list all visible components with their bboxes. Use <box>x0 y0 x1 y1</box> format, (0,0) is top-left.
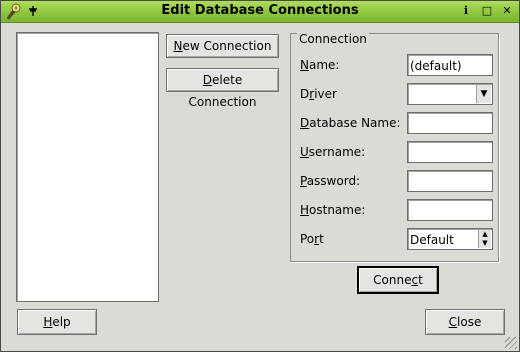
database-label-mnemonic: D <box>300 116 310 130</box>
password-field[interactable] <box>407 170 493 192</box>
driver-select[interactable]: ▼ <box>407 83 493 105</box>
port-label-post: t <box>319 232 324 246</box>
connect-button[interactable]: Connect <box>357 266 439 294</box>
name-label-post: ame: <box>308 58 340 72</box>
new-connection-mnemonic: N <box>173 39 183 53</box>
port-label-pre: Po <box>300 232 315 246</box>
password-label-post: assword: <box>306 174 361 188</box>
username-label-mnemonic: U <box>300 145 309 159</box>
database-name-field[interactable] <box>407 112 493 134</box>
driver-label: Driver <box>300 87 337 101</box>
spin-arrows-icon[interactable]: ▲ ▼ <box>478 230 491 248</box>
hostname-label: Hostname: <box>300 203 365 217</box>
help-button[interactable]: Help <box>17 309 97 335</box>
username-field[interactable] <box>407 141 493 163</box>
title-bar[interactable]: Edit Database Connections i □ ✕ <box>1 1 519 23</box>
username-label-post: sername: <box>308 145 366 159</box>
help-label-post: elp <box>52 315 71 329</box>
password-label: Password: <box>300 174 360 188</box>
name-label: Name: <box>300 58 339 72</box>
hostname-label-post: ostname: <box>309 203 366 217</box>
name-field[interactable]: (default) <box>407 54 493 76</box>
driver-label-pre: D <box>300 87 310 101</box>
connect-label-pre: Conne <box>373 273 412 287</box>
delete-connection-button[interactable]: Delete Connection <box>166 68 279 109</box>
hostname-label-mnemonic: H <box>300 203 310 217</box>
port-spinbox[interactable]: Default ▲ ▼ <box>407 228 493 250</box>
connect-label-post: t <box>418 273 423 287</box>
close-label-post: lose <box>457 315 482 329</box>
close-icon[interactable]: ✕ <box>500 4 514 18</box>
maximize-icon[interactable]: □ <box>480 4 494 18</box>
delete-connection-mnemonic: D <box>202 73 213 87</box>
new-connection-label-post: ew Connection <box>182 39 272 53</box>
hostname-field[interactable] <box>407 199 493 221</box>
driver-label-post: iver <box>314 87 337 101</box>
connections-list[interactable] <box>16 32 159 302</box>
help-mnemonic: H <box>43 315 53 329</box>
new-connection-button[interactable]: New Connection <box>166 34 279 58</box>
connection-group-title: Connection <box>297 32 369 46</box>
edit-database-connections-window: Edit Database Connections i □ ✕ New Conn… <box>0 0 520 352</box>
name-label-mnemonic: N <box>300 58 309 72</box>
username-label: Username: <box>300 145 365 159</box>
port-spinbox-value: Default <box>410 233 454 247</box>
delete-connection-label-post: elete Connection <box>188 73 257 109</box>
close-mnemonic: C <box>448 315 458 329</box>
close-button[interactable]: Close <box>425 309 505 335</box>
database-label-post: atabase Name: <box>309 116 401 130</box>
database-name-label: Database Name: <box>300 116 401 130</box>
resize-grip-icon[interactable] <box>505 337 517 349</box>
password-label-mnemonic: P <box>300 174 307 188</box>
info-icon[interactable]: i <box>459 4 473 18</box>
window-title: Edit Database Connections <box>161 3 359 18</box>
chevron-down-icon[interactable]: ▼ <box>476 85 491 103</box>
port-label: Port <box>300 232 324 246</box>
